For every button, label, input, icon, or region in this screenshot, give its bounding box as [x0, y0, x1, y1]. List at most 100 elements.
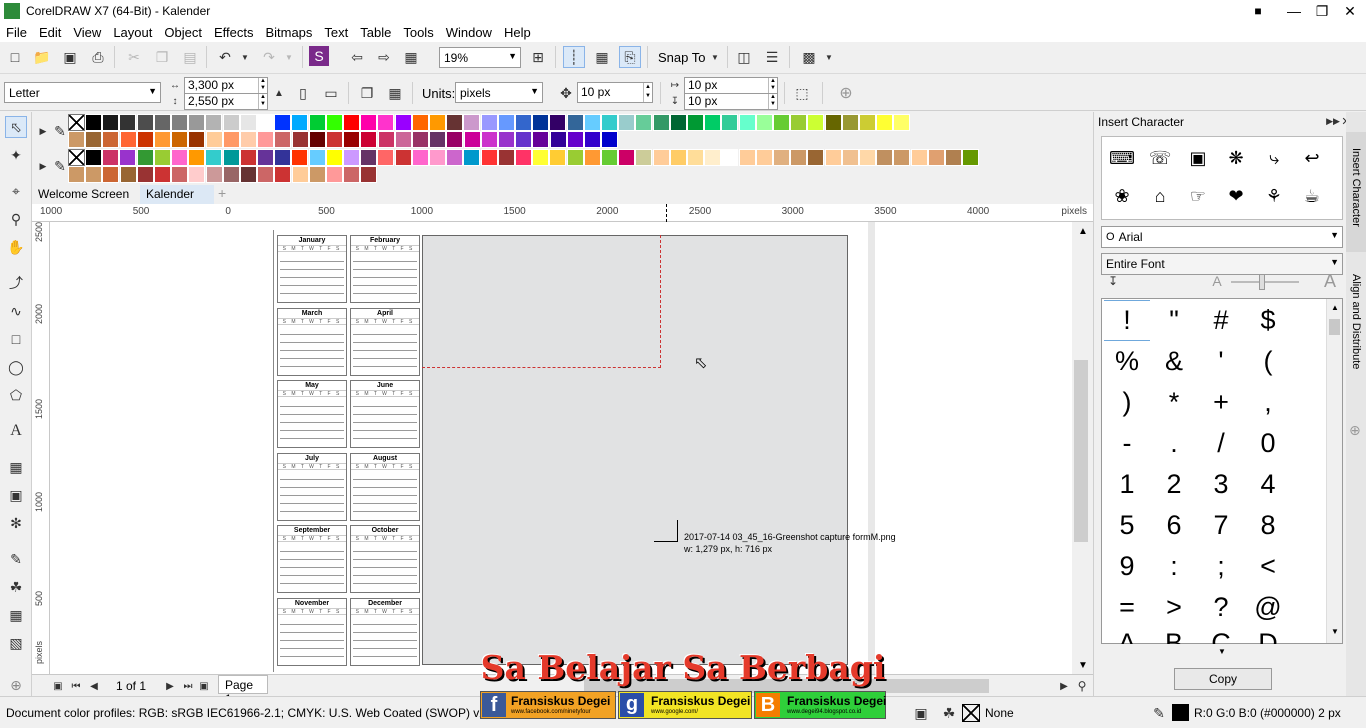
import-icon[interactable]: ⇦ [346, 46, 368, 68]
color-swatch[interactable] [566, 131, 584, 148]
interactive-fill-icon[interactable]: ☘ [5, 576, 27, 598]
calendar-month[interactable]: December S M T W T F S [350, 597, 420, 666]
scroll-down-icon[interactable]: ▼ [1078, 660, 1088, 671]
character-cell[interactable]: 6 [1151, 505, 1197, 546]
dragon-glyph-icon[interactable]: ❀ [1104, 179, 1140, 213]
color-swatch[interactable] [807, 114, 825, 131]
color-swatch[interactable] [222, 131, 240, 148]
snap-to-dropdown-icon[interactable]: ▼ [704, 46, 726, 68]
smart-fill-icon[interactable]: ▧ [5, 632, 27, 654]
color-swatch[interactable] [429, 149, 446, 166]
expand-grid-icon[interactable]: ▼ [1101, 647, 1343, 659]
color-swatch[interactable] [291, 166, 309, 183]
character-grid-scrollbar[interactable]: ▲ ▼ [1326, 299, 1342, 643]
color-swatch[interactable] [773, 149, 790, 166]
color-swatch[interactable] [291, 131, 309, 148]
character-cell[interactable]: . [1151, 423, 1197, 464]
page-frame-icon[interactable]: ⬚ [791, 82, 813, 104]
color-swatch[interactable] [102, 114, 120, 131]
portrait-icon[interactable]: ▯ [292, 82, 314, 104]
color-swatch[interactable] [876, 149, 894, 166]
text-tool-icon[interactable]: A [5, 420, 27, 442]
calendar-month[interactable]: May S M T W T F S [277, 380, 347, 448]
character-cell[interactable]: 8 [1245, 505, 1291, 546]
color-swatch[interactable] [549, 149, 567, 166]
color-swatch[interactable] [446, 149, 464, 166]
house-glyph-icon[interactable]: ⌂ [1142, 179, 1178, 213]
paste-icon[interactable]: ▤ [179, 46, 201, 68]
color-swatch[interactable] [549, 131, 567, 148]
character-cell[interactable]: 7 [1198, 505, 1244, 546]
rectangle-tool-icon[interactable]: □ [5, 328, 27, 350]
color-swatch[interactable] [102, 149, 120, 166]
pick-tool-icon[interactable]: ⬁ [5, 116, 27, 138]
duplicate-x-input[interactable]: 10 px ▲ ▼ [684, 77, 778, 94]
scroll-thumb[interactable] [1074, 360, 1088, 542]
open-folder-icon[interactable]: 📁 [31, 46, 53, 68]
freehand-tool-icon[interactable]: ⤴ [5, 272, 27, 294]
character-cell[interactable]: 4 [1245, 464, 1291, 505]
tab-kalender[interactable]: Kalender [140, 185, 214, 204]
color-swatch[interactable] [153, 149, 171, 166]
copy-icon[interactable]: ❐ [151, 46, 173, 68]
calendar-month[interactable]: October S M T W T F S [350, 525, 420, 593]
show-guidelines-icon[interactable]: ⎘ [619, 46, 641, 68]
previous-page-icon[interactable]: ◀ [86, 675, 102, 697]
color-swatch[interactable] [343, 149, 360, 166]
color-swatch[interactable] [326, 131, 343, 148]
snap-to-label[interactable]: Snap To [658, 50, 705, 65]
copy-button[interactable]: Copy [1174, 668, 1272, 690]
color-swatch[interactable] [583, 149, 601, 166]
nudge-distance-input[interactable]: 10 px ▲ ▼ [577, 82, 653, 103]
parallel-dimension-icon[interactable]: ▦ [5, 456, 27, 478]
color-swatch[interactable] [308, 114, 326, 131]
character-cell[interactable]: + [1198, 382, 1244, 423]
color-swatch[interactable] [377, 149, 395, 166]
docker-expand-icon[interactable]: ▶▶ [1326, 112, 1340, 130]
character-cell[interactable]: ) [1104, 382, 1150, 423]
color-swatch[interactable] [240, 166, 257, 183]
calendar-month[interactable]: November S M T W T F S [277, 597, 347, 666]
no-fill-swatch[interactable] [962, 704, 980, 722]
color-eyedropper-icon[interactable]: ✎ [5, 548, 27, 570]
floppy-glyph-icon[interactable]: ▣ [1180, 141, 1216, 175]
character-cell[interactable]: $ [1245, 300, 1291, 341]
color-swatch[interactable] [377, 114, 395, 131]
zoom-navigator-icon[interactable]: ⚲ [1074, 675, 1090, 697]
color-swatch[interactable] [411, 149, 429, 166]
export-icon[interactable]: ⇨ [373, 46, 395, 68]
color-swatch[interactable] [68, 166, 85, 183]
application-launcher-icon[interactable]: ☰ [761, 46, 783, 68]
calendar-month[interactable]: January S M T W T F S [277, 235, 347, 303]
menu-view[interactable]: View [67, 25, 107, 40]
search-content-icon[interactable]: S [309, 46, 329, 66]
scroll-right-icon[interactable]: ▶ [1056, 675, 1072, 697]
color-swatch[interactable] [171, 166, 189, 183]
character-cell[interactable]: 0 [1245, 423, 1291, 464]
page-height-input[interactable]: 2,550 px ▲ ▼ [184, 93, 268, 110]
glyph-size-slider[interactable] [1231, 281, 1299, 283]
typewriter-glyph-icon[interactable]: ⌨ [1104, 141, 1140, 175]
scroll-thumb[interactable] [1329, 319, 1340, 335]
show-rulers-icon[interactable]: ┊ [563, 46, 585, 68]
zoom-level-combo[interactable]: 19% ▼ [439, 47, 521, 68]
current-page-icon[interactable]: ▦ [384, 82, 406, 104]
menu-layout[interactable]: Layout [107, 25, 158, 40]
character-grid[interactable]: ! " # $% & '() * +, -./0 1 2 3 4 5 6 7 8 9:; < = >? @ A B C D ▲ ▼ [1101, 298, 1343, 644]
color-swatch[interactable] [515, 114, 532, 131]
character-cell[interactable]: ; [1198, 546, 1244, 587]
heart-arrow-glyph-icon[interactable]: ❤ [1218, 179, 1254, 213]
add-tab-icon[interactable]: + [214, 185, 234, 204]
color-swatch[interactable] [515, 131, 533, 148]
outline-color-swatch[interactable] [1172, 704, 1189, 721]
color-swatch[interactable] [498, 131, 515, 148]
color-proof-icon[interactable]: ▣ [910, 702, 932, 724]
color-swatch[interactable] [291, 114, 309, 131]
color-swatch[interactable] [240, 131, 257, 148]
add-page-after-icon[interactable]: ▣ [196, 675, 212, 697]
save-icon[interactable]: ▣ [59, 46, 81, 68]
color-swatch[interactable] [893, 114, 911, 131]
calendar-month[interactable]: April S M T W T F S [350, 307, 420, 376]
artistic-media-icon[interactable]: ∿ [5, 300, 27, 322]
print-icon[interactable]: ⎙ [87, 46, 109, 68]
